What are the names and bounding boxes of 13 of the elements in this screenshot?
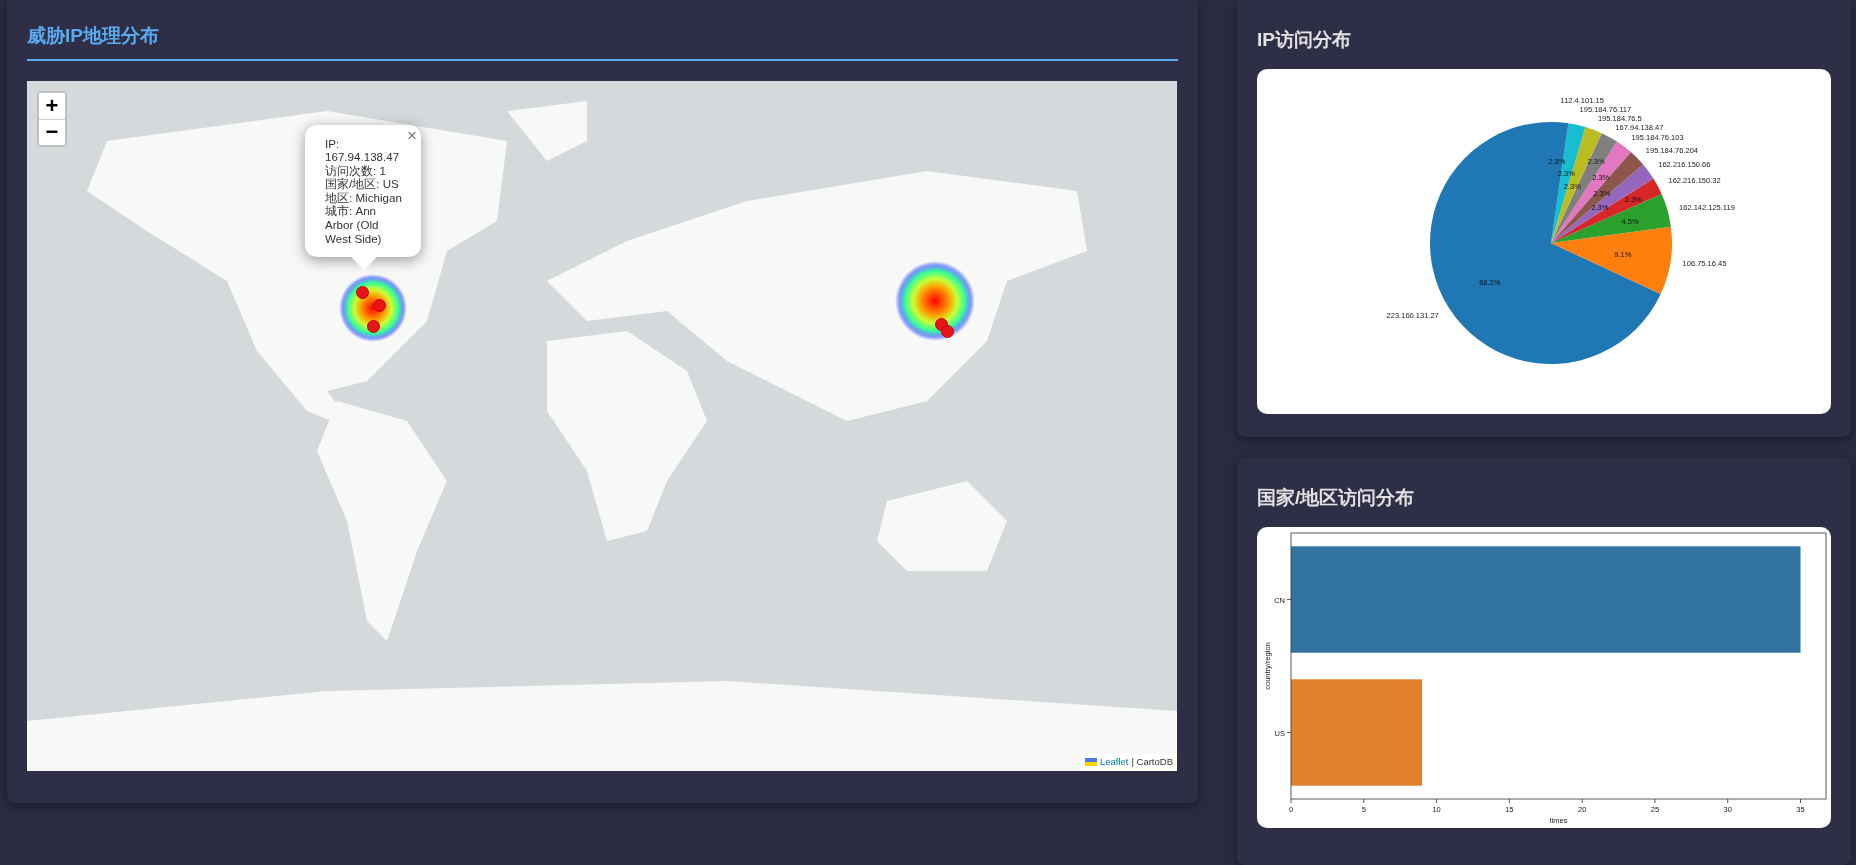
leaflet-link[interactable]: Leaflet: [1099, 755, 1129, 770]
flag-icon: [1084, 758, 1097, 767]
attribution-text: | CartoDB: [1131, 755, 1173, 770]
panel-title: IP访问分布: [1257, 28, 1351, 52]
popup-text: 城市: Ann Arbor (Old West Side): [325, 204, 383, 246]
popup-text: 访问次数: 1: [325, 163, 387, 178]
popup-text: IP: 167.94.138.47: [325, 136, 401, 164]
popup-text: 地区: Michigan: [325, 190, 403, 205]
panel-title: 威胁IP地理分布: [27, 0, 1178, 61]
zoom-out-button[interactable]: −: [39, 118, 65, 145]
close-button[interactable]: ×: [407, 126, 417, 144]
popup-text: 国家/地区: US: [325, 177, 400, 191]
panel-title: 国家/地区访问分布: [1257, 486, 1415, 510]
